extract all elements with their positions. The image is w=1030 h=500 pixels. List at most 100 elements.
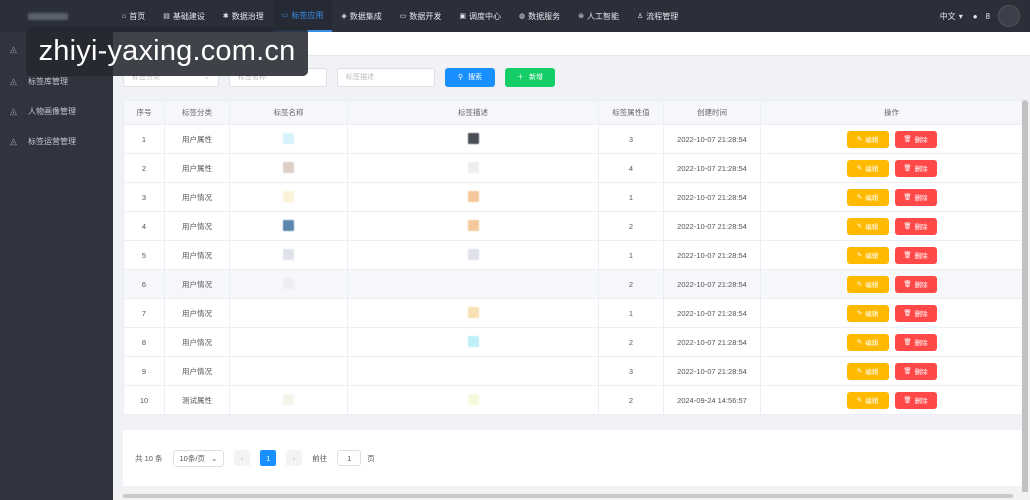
delete-button[interactable]: 🗑 删除: [894, 246, 937, 264]
user-menu[interactable]: ● 8: [973, 5, 1020, 27]
cell-name: [229, 153, 348, 183]
trash-icon: 🗑: [903, 252, 912, 259]
delete-label: 删除: [914, 224, 928, 231]
avatar[interactable]: [998, 5, 1020, 27]
cell-category: 用户情况: [164, 269, 230, 299]
col-header-no[interactable]: 序号: [123, 100, 165, 125]
cell-name: [229, 269, 348, 299]
edit-button[interactable]: ✎ 编辑: [846, 217, 889, 235]
delete-button[interactable]: 🗑 删除: [894, 275, 937, 293]
scroll-thumb[interactable]: [123, 494, 1013, 498]
redacted-desc: [467, 393, 479, 405]
next-page-button[interactable]: ›: [286, 450, 303, 466]
cell-desc: [347, 298, 599, 328]
redacted-name: [283, 161, 294, 173]
redacted-desc: [467, 248, 479, 260]
cell-category: 用户情况: [164, 298, 230, 328]
delete-button[interactable]: 🗑 删除: [894, 362, 937, 380]
col-header-category[interactable]: 标签分类: [164, 100, 230, 125]
language-switch[interactable]: 中文 ▾: [940, 11, 963, 22]
sidebar-item-persona[interactable]: ◬ 人物画像管理: [0, 96, 113, 126]
edit-button[interactable]: ✎ 编辑: [846, 304, 889, 322]
horizontal-scrollbar[interactable]: [113, 492, 1030, 500]
cell-name: [229, 182, 348, 212]
delete-label: 删除: [914, 166, 928, 173]
col-header-time[interactable]: 创建时间: [663, 100, 761, 125]
redacted-name: [283, 190, 294, 202]
flow-icon: ♙: [636, 13, 644, 20]
cell-time: 2022-10-07 21:28:54: [663, 269, 761, 299]
pagination: 共 10 条 10条/页 ⌄ ‹ 1 › 前往 1 页: [123, 430, 1022, 486]
nav-label: 人工智能: [586, 11, 619, 21]
nav-item-development[interactable]: ▭ 数据开发: [391, 0, 451, 32]
trash-icon: 🗑: [903, 339, 912, 346]
edit-label: 编辑: [865, 340, 879, 347]
delete-label: 删除: [914, 195, 928, 202]
add-button[interactable]: ＋ 新增: [505, 67, 555, 87]
table-row: 9 用户情况 3 2022-10-07 21:28:54 ✎ 编辑 🗑 删除: [123, 356, 1023, 386]
vertical-scrollbar[interactable]: [1022, 100, 1028, 500]
nav-item-ai[interactable]: ⊛ 人工智能: [569, 0, 628, 32]
delete-button[interactable]: 🗑 删除: [894, 304, 937, 322]
nav-item-data-service[interactable]: ◍ 数据服务: [510, 0, 569, 32]
edit-button[interactable]: ✎ 编辑: [846, 246, 889, 264]
nav-item-schedule[interactable]: ▣ 调度中心: [450, 0, 510, 32]
table-header-row: 序号 标签分类 标签名称 标签描述 标签属性值 创建时间 操作: [123, 100, 1023, 125]
edit-button[interactable]: ✎ 编辑: [846, 333, 889, 351]
search-button[interactable]: ⚲ 搜索: [445, 67, 495, 87]
sidebar-item-operations[interactable]: ◬ 标签运营管理: [0, 126, 113, 156]
table-row: 10 测试属性 2 2024-09-24 14:56:57 ✎ 编辑 🗑 删除: [123, 385, 1023, 415]
page-size-select[interactable]: 10条/页 ⌄: [172, 449, 225, 467]
cell-desc: [347, 327, 599, 357]
edit-icon: ✎: [856, 223, 863, 230]
tag-desc-input[interactable]: 标签描述: [337, 67, 435, 87]
cell-attr: 2: [598, 211, 664, 241]
delete-button[interactable]: 🗑 删除: [894, 188, 937, 206]
delete-button[interactable]: 🗑 删除: [894, 217, 937, 235]
edit-button[interactable]: ✎ 编辑: [846, 159, 889, 177]
edit-button[interactable]: ✎ 编辑: [846, 130, 889, 148]
monitor-icon: ▭: [399, 13, 407, 20]
edit-button[interactable]: ✎ 编辑: [846, 362, 889, 380]
sidebar-item-label: 人物画像管理: [28, 106, 76, 116]
tag-folder-icon: ◬: [10, 105, 17, 116]
cell-time: 2022-10-07 21:28:54: [663, 153, 761, 183]
cell-time: 2022-10-07 21:28:54: [663, 182, 761, 212]
trash-icon: 🗑: [903, 281, 912, 288]
redacted-desc: [467, 306, 479, 318]
edit-button[interactable]: ✎ 编辑: [846, 188, 889, 206]
trash-icon: 🗑: [903, 223, 912, 230]
edit-button[interactable]: ✎ 编辑: [846, 391, 889, 409]
goto-page-input[interactable]: 1: [337, 450, 362, 466]
home-icon: ⌂: [122, 12, 127, 20]
prev-page-button[interactable]: ‹: [234, 450, 251, 466]
col-header-name[interactable]: 标签名称: [229, 100, 348, 125]
col-header-attr[interactable]: 标签属性值: [598, 100, 664, 125]
edit-button[interactable]: ✎ 编辑: [846, 275, 889, 293]
delete-button[interactable]: 🗑 删除: [894, 159, 937, 177]
add-button-label: 新增: [529, 74, 543, 81]
redacted-desc: [467, 132, 479, 144]
cell-category: 用户情况: [164, 182, 230, 212]
redacted-desc: [467, 161, 479, 173]
cell-name: [229, 240, 348, 270]
redacted-desc: [467, 219, 479, 231]
nav-item-integration[interactable]: ◈ 数据集成: [332, 0, 390, 32]
edit-icon: ✎: [856, 397, 863, 404]
sidebar-item-label: 标签库管理: [28, 76, 68, 86]
nav-item-workflow[interactable]: ♙ 流程管理: [628, 0, 687, 32]
col-header-desc[interactable]: 标签描述: [347, 100, 599, 125]
cell-name: [229, 385, 348, 415]
user-icon: ●: [972, 11, 978, 21]
cell-attr: 4: [598, 153, 664, 183]
delete-button[interactable]: 🗑 删除: [894, 130, 937, 148]
cell-time: 2022-10-07 21:28:54: [663, 124, 761, 154]
delete-button[interactable]: 🗑 删除: [894, 391, 937, 409]
main-content: 标签分类 ⌄ 标签名称 标签描述 ⚲ 搜索 ＋ 新增 序号 标签分类 标签名称 标签描…: [113, 32, 1030, 500]
delete-button[interactable]: 🗑 删除: [894, 333, 937, 351]
edit-label: 编辑: [865, 311, 879, 318]
delete-label: 删除: [914, 311, 928, 318]
goto-prefix: 前往: [312, 453, 328, 463]
page-number-current[interactable]: 1: [260, 450, 277, 466]
edit-label: 编辑: [865, 195, 879, 202]
